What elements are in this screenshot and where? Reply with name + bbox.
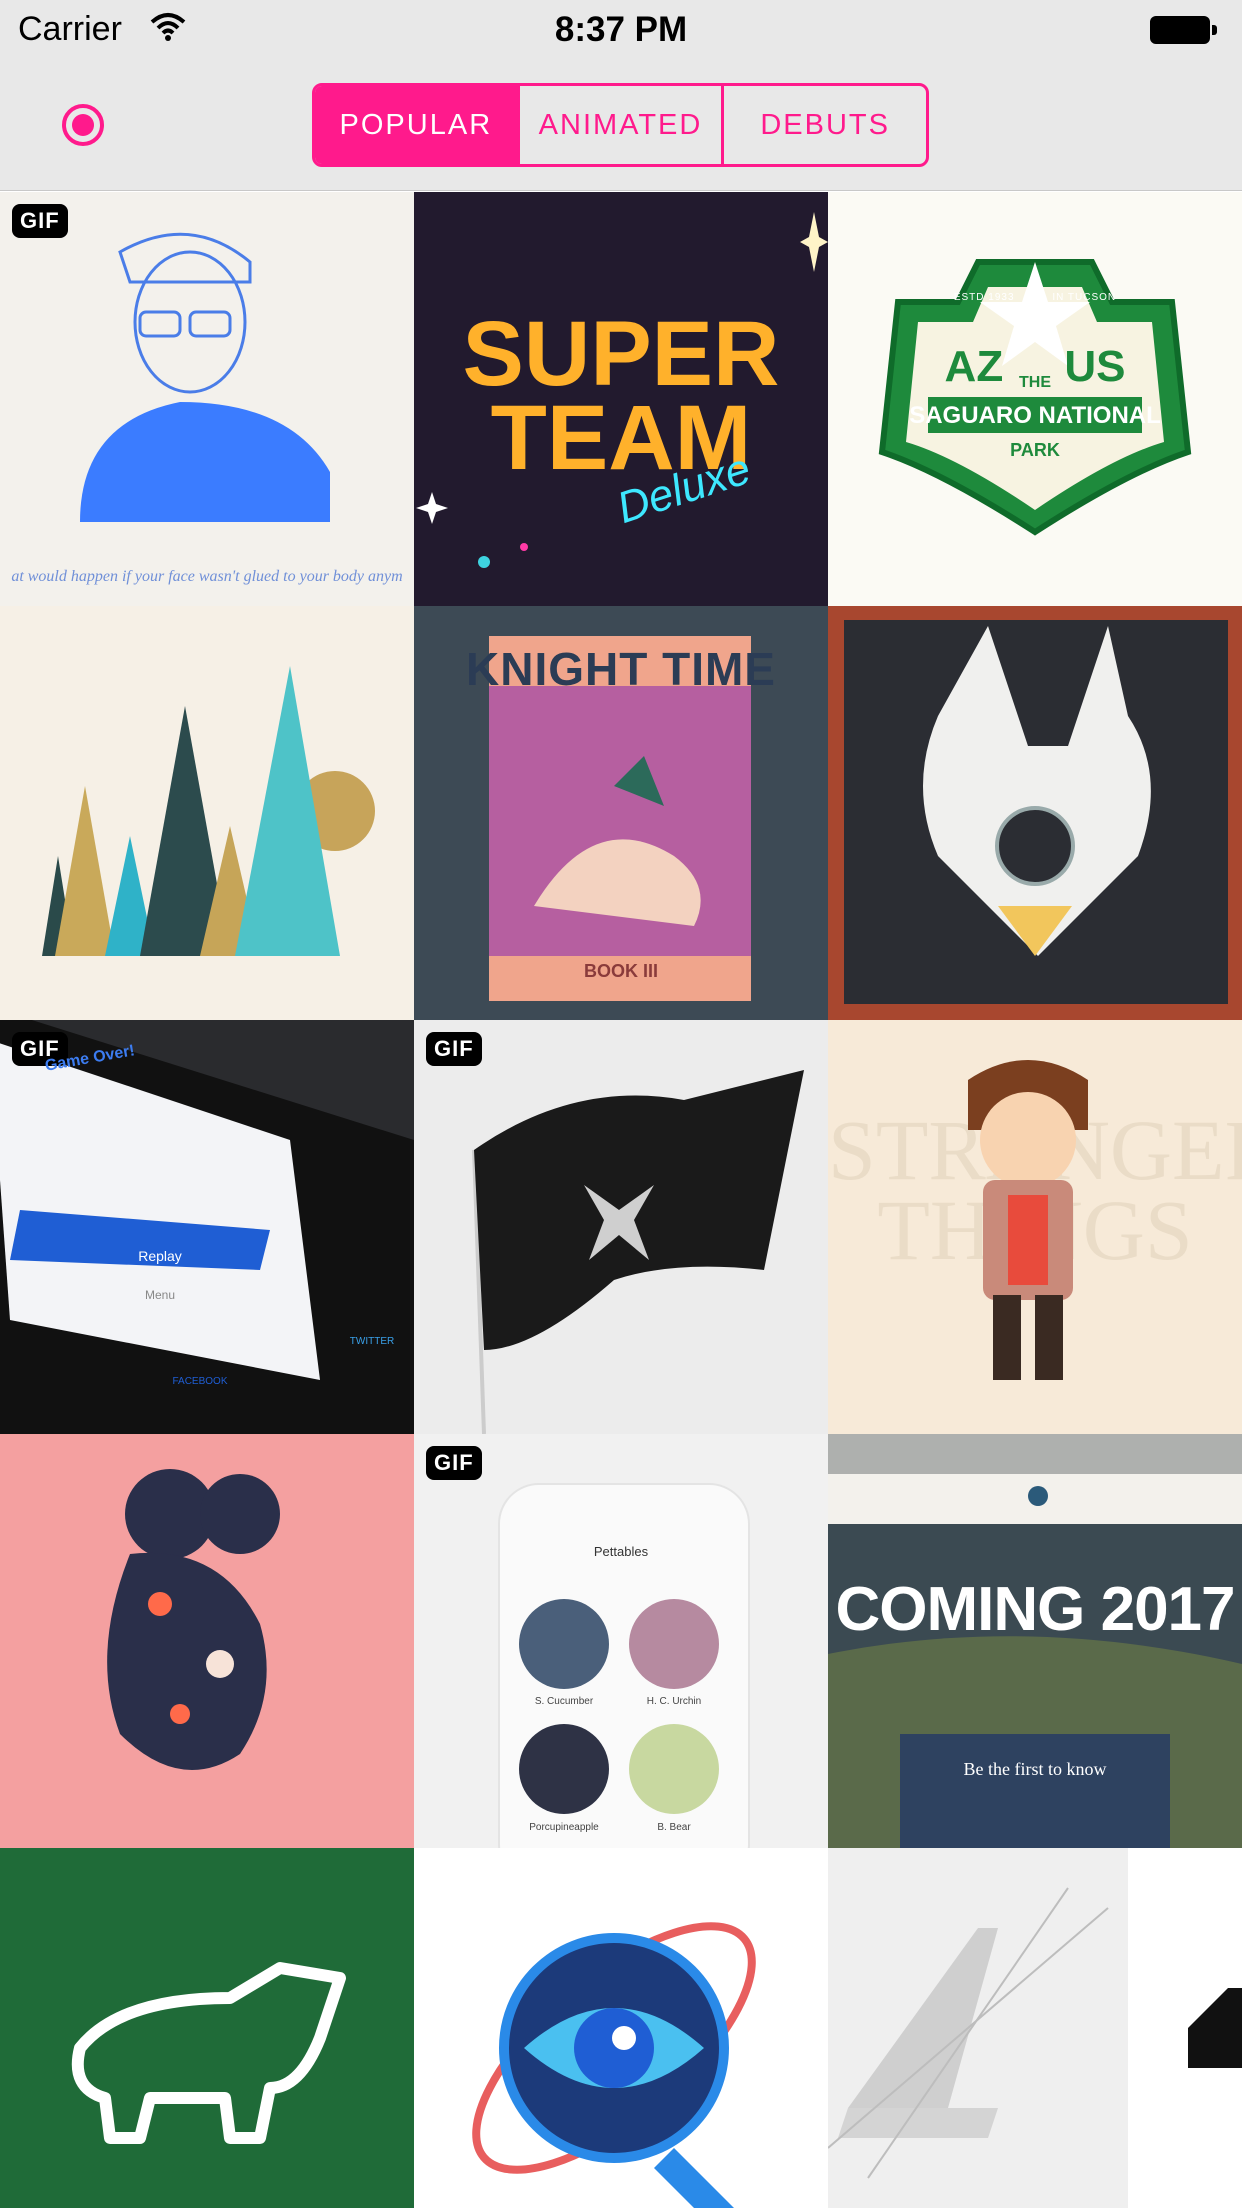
shot-tile[interactable]: GIF at would happen if your face wasn't … — [0, 192, 414, 606]
shot-tile[interactable] — [828, 1848, 1242, 2208]
gif-badge: GIF — [426, 1032, 482, 1066]
shot-tile[interactable] — [0, 1848, 414, 2208]
tab-animated[interactable]: ANIMATED — [516, 86, 722, 164]
shot-title: Pettables — [593, 1544, 649, 1559]
shot-label: TWITTER — [349, 1336, 395, 1347]
clock: 8:37 PM — [554, 10, 688, 49]
shot-illustration — [498, 1483, 750, 1848]
segmented-control: POPULAR ANIMATED DEBUTS — [312, 83, 929, 167]
shot-label: B. Bear — [657, 1822, 691, 1833]
status-bar: Carrier 8:37 PM — [0, 0, 1242, 60]
gif-badge: GIF — [426, 1446, 482, 1480]
shot-label: BOOK III — [583, 961, 658, 981]
shot-tile[interactable] — [414, 1848, 828, 2208]
shot-illustration — [42, 666, 375, 956]
shot-caption: at would happen if your face wasn't glue… — [11, 568, 403, 585]
shot-tile[interactable]: GIF Pettables S. Cucumber H. C. Urchin P… — [414, 1434, 828, 1848]
shot-tile[interactable]: ESTD 1933 IN TUCSON AZ US THE SAGUARO NA… — [828, 192, 1242, 606]
shot-tile[interactable] — [0, 606, 414, 1020]
shot-label-left: ESTD 1933 — [953, 292, 1015, 303]
shot-title: SAGUARO NATIONAL — [909, 402, 1161, 429]
shot-label: ESTD 1933 IN TUCSON — [828, 292, 1242, 303]
shot-tile[interactable]: SUPER TEAM Deluxe — [414, 192, 828, 606]
gif-badge: GIF — [12, 204, 68, 238]
shot-tile[interactable] — [0, 1434, 414, 1848]
shot-illustration — [472, 1070, 804, 1434]
shots-grid: GIF at would happen if your face wasn't … — [0, 192, 1242, 2208]
shot-illustration — [828, 1848, 1242, 2208]
shot-label: Be the first to know — [963, 1759, 1107, 1779]
record-icon[interactable] — [62, 104, 104, 146]
shot-illustration — [107, 1469, 280, 1770]
shot-illustration — [0, 1020, 414, 1434]
shot-illustration — [844, 620, 1228, 1004]
shot-title: KNIGHT TIME — [466, 643, 776, 695]
shot-label: H. C. Urchin — [646, 1696, 702, 1707]
tab-popular[interactable]: POPULAR — [315, 86, 517, 164]
tab-debuts[interactable]: DEBUTS — [721, 86, 926, 164]
shot-tile[interactable]: GIF — [414, 1020, 828, 1434]
shot-tile[interactable]: GIF Game Over! Replay Menu FACEBOOK TWIT… — [0, 1020, 414, 1434]
shot-label: FACEBOOK — [172, 1376, 228, 1387]
shot-tile[interactable]: STRANGER THINGS — [828, 1020, 1242, 1434]
shot-label: S. Cucumber — [534, 1696, 594, 1707]
shot-illustration — [71, 1962, 346, 2144]
shot-label: Porcupineapple — [529, 1822, 599, 1833]
shot-label: Menu — [144, 1288, 176, 1302]
shot-illustration — [968, 1060, 1088, 1380]
shot-illustration — [878, 259, 1192, 536]
shot-tile[interactable]: COMING 2017 Be the first to know — [828, 1434, 1242, 1848]
shot-title: COMING 2017 — [835, 1575, 1235, 1644]
shot-tile[interactable] — [828, 606, 1242, 1020]
shot-label: THE — [1019, 374, 1051, 391]
nav-bar: POPULAR ANIMATED DEBUTS — [0, 60, 1242, 191]
shot-tile[interactable]: KNIGHT TIME BOOK III — [414, 606, 828, 1020]
battery-icon — [1150, 16, 1218, 44]
shot-label: PARK — [1010, 440, 1060, 460]
shot-label: Replay — [138, 1248, 182, 1264]
shot-title-line-1: SUPER — [462, 303, 780, 405]
shot-illustration — [80, 232, 330, 522]
shot-illustration — [472, 1922, 756, 2208]
shot-label-right: IN TUCSON — [1052, 292, 1117, 303]
